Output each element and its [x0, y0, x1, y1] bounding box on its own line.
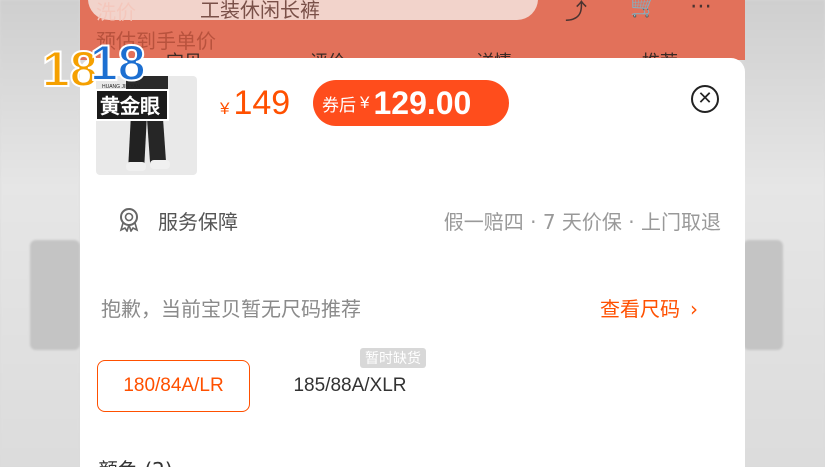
service-guarantee-row[interactable]: 服务保障 假一赔四 · 7 天价保 · 上门取退 [116, 204, 726, 234]
currency-symbol: ¥ [220, 99, 230, 118]
coupon-price-badge: 券后 ¥ 129.00 [313, 80, 509, 126]
chevron-right-icon: › [690, 297, 698, 321]
background-search-prefix: 洗价 [96, 0, 136, 24]
size-recommend-message: 抱歉，当前宝贝暂无尺码推荐 [101, 297, 361, 321]
view-size-chart-link[interactable]: 查看尺码 › [600, 293, 698, 322]
channel-watermark-logo: 18 18 黄金眼 HUANG JIN YAN [41, 34, 169, 121]
guarantee-title: 服务保障 [158, 210, 238, 234]
more-icon: ⋯ [690, 0, 712, 19]
background-search-text: 工装休闲长裤 [200, 0, 320, 22]
out-of-stock-badge: 暂时缺货 [360, 348, 426, 368]
guarantee-items: 假一赔四 · 7 天价保 · 上门取退 [443, 210, 721, 234]
coupon-price: 129.00 [373, 84, 472, 121]
shield-badge-icon [119, 208, 139, 232]
product-price: ¥149 [220, 84, 290, 123]
cart-icon: 🛒 [630, 0, 658, 19]
svg-text:HUANG JIN YAN: HUANG JIN YAN [102, 84, 141, 90]
svg-text:黄金眼: 黄金眼 [100, 94, 160, 118]
view-size-chart-label: 查看尺码 [600, 297, 680, 321]
share-icon: ⤴ [565, 0, 588, 25]
coupon-label: 券后 [322, 95, 356, 115]
close-icon[interactable]: ✕ [691, 85, 719, 113]
svg-text:18: 18 [90, 35, 146, 91]
price-value: 149 [233, 84, 291, 122]
coupon-currency: ¥ [360, 93, 370, 112]
color-section-label: 颜色 (2) [98, 454, 173, 467]
letterbox-right [743, 0, 825, 467]
size-option-selected[interactable]: 180/84A/LR [97, 360, 250, 412]
